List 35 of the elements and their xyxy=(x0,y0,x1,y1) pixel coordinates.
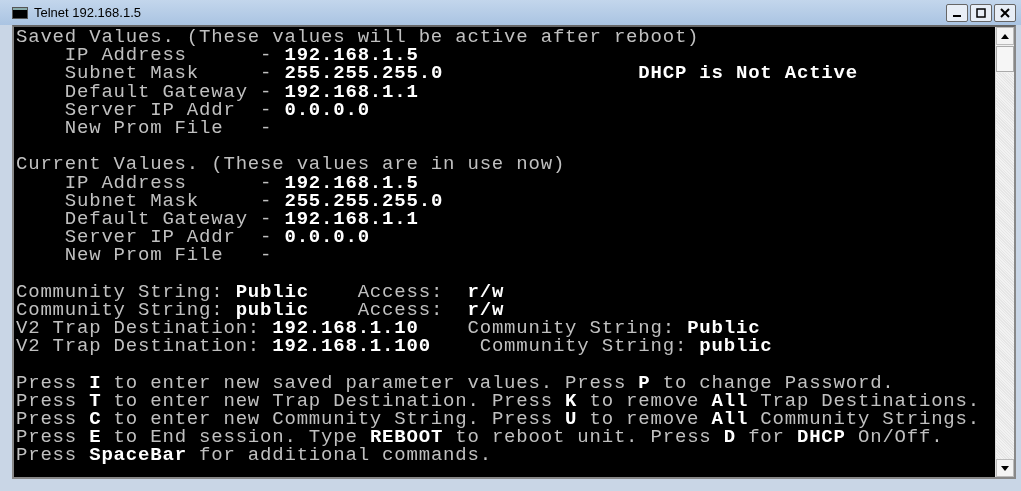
console-icon xyxy=(12,6,28,19)
close-button[interactable] xyxy=(994,3,1016,22)
console-line: Current Values. (These values are in use now) xyxy=(16,155,567,174)
console-line: Press SpaceBar for additional commands. xyxy=(16,446,493,465)
console-line: IP Address - 192.168.1.5 xyxy=(63,173,420,192)
maximize-icon xyxy=(976,7,986,18)
console-line: Press I to enter new saved parameter values. Press P to change Password. xyxy=(16,373,895,392)
scroll-up-button[interactable] xyxy=(996,27,1014,45)
console-line: Subnet Mask - 255.255.255.0 xyxy=(63,191,445,210)
console-line: Subnet Mask - 255.255.255.0 DHCP is Not Active xyxy=(63,64,859,83)
console-line: Community String: public Access: r/w xyxy=(16,300,505,319)
console-line: IP Address - 192.168.1.5 xyxy=(63,46,419,65)
console-line: Saved Values. (These values will be active after reboot) xyxy=(16,28,701,47)
console-line: Default Gateway - 192.168.1.1 xyxy=(63,82,420,101)
minimize-button[interactable] xyxy=(946,3,968,22)
console-line: V2 Trap Destination: 192.168.1.100 Community String: public xyxy=(16,337,774,356)
console-line: New Prom File - xyxy=(63,246,274,265)
console-line: Press E to End session. Type REBOOT to reboot unit. Press D for DHCP On/Off. xyxy=(16,428,944,447)
console-line: Default Gateway - 192.168.1.1 xyxy=(63,209,420,229)
up-arrow-icon xyxy=(1001,33,1009,39)
scroll-down-button[interactable] xyxy=(996,459,1014,477)
close-icon xyxy=(1000,7,1010,18)
console-line: New Prom File - xyxy=(63,118,274,138)
scroll-thumb[interactable] xyxy=(996,46,1014,72)
console-line: Press T to enter new Trap Destination. Press K to remove All Trap Destinations. xyxy=(16,391,981,410)
down-arrow-icon xyxy=(1001,465,1009,471)
console-line: Server IP Addr - 0.0.0.0 xyxy=(63,100,371,119)
console-line: V2 Trap Destination: 192.168.1.10 Community String: Public xyxy=(16,319,761,338)
window-title: Telnet 192.168.1.5 xyxy=(34,5,141,20)
console-line: Server IP Addr - 0.0.0.0 xyxy=(63,228,371,247)
minimize-icon xyxy=(953,15,961,17)
maximize-button[interactable] xyxy=(970,3,992,22)
console-line: Community String: Public Access: r/w xyxy=(16,282,506,301)
console-line: Press C to enter new Community String. Press U to remove All Community Strings. xyxy=(16,409,981,429)
scrollbar[interactable] xyxy=(995,27,1014,477)
